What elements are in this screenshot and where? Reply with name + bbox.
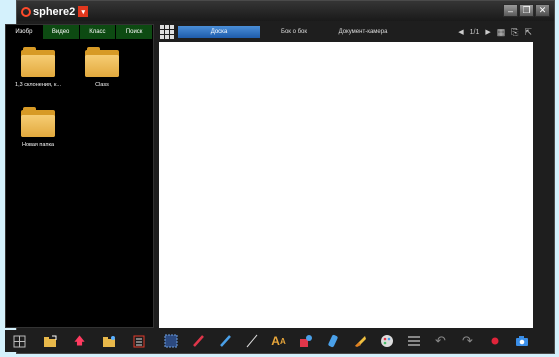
line-icon[interactable] — [245, 334, 259, 348]
folder-item[interactable]: Class — [74, 47, 130, 88]
prev-page-icon[interactable]: ◀ — [458, 28, 463, 36]
grid-menu-icon[interactable] — [160, 25, 174, 39]
red-pen-icon[interactable] — [191, 334, 205, 348]
redo-icon[interactable]: ↷ — [461, 333, 475, 348]
drawing-toolbar: AA ↶ ↷ — [157, 330, 535, 352]
media-tabs: Изобр Видео Класс Поиск — [6, 25, 153, 39]
shapes-icon[interactable] — [299, 334, 313, 348]
camera-icon[interactable] — [515, 334, 529, 348]
folder-item[interactable]: Новая папка — [10, 107, 66, 148]
lines-icon[interactable] — [407, 334, 421, 348]
record-icon[interactable] — [488, 334, 502, 348]
app-menu-dropdown-icon[interactable]: ▾ — [78, 6, 89, 17]
select-icon[interactable] — [164, 334, 178, 348]
external-link-icon[interactable]: ⇱ — [524, 27, 532, 38]
import-icon[interactable] — [43, 334, 57, 348]
title-bar: sphere2 ▾ – ❐ ✕ — [17, 1, 554, 21]
marker-icon[interactable] — [326, 334, 340, 348]
tab-class[interactable]: Класс — [79, 25, 117, 39]
tab-video[interactable]: Видео — [42, 25, 80, 39]
tab-side-by-side[interactable]: Бок о бок — [264, 26, 324, 38]
folder-icon — [85, 47, 119, 77]
app-logo[interactable]: sphere2 ▾ — [21, 5, 89, 18]
next-page-icon[interactable]: ▶ — [485, 28, 490, 36]
upload-icon[interactable]: 🡅 — [72, 334, 86, 348]
tab-board[interactable]: Доска — [178, 26, 260, 38]
folder-icon — [21, 47, 55, 77]
minimize-icon[interactable]: – — [503, 4, 518, 17]
whiteboard-canvas[interactable] — [159, 42, 533, 328]
export-icon[interactable]: ⎘ — [511, 27, 518, 38]
list-icon[interactable] — [132, 334, 146, 348]
new-folder-icon[interactable] — [102, 334, 116, 348]
window-controls: – ❐ ✕ — [502, 4, 550, 17]
tab-images[interactable]: Изобр — [6, 25, 43, 39]
media-toolbar: 🡅 — [5, 330, 154, 352]
page-indicator: 1/1 — [469, 28, 480, 36]
tab-document-camera[interactable]: Документ-камера — [328, 26, 398, 38]
restore-icon[interactable]: ❐ — [519, 4, 534, 17]
eraser-icon[interactable] — [353, 334, 367, 348]
app-title: sphere2 — [33, 5, 76, 18]
logo-icon — [21, 6, 31, 17]
folder-item[interactable]: 1,3 склонения, к... — [10, 47, 66, 88]
blue-pen-icon[interactable] — [218, 334, 232, 348]
folder-name: Class — [95, 82, 109, 88]
folder-name: 1,3 склонения, к... — [15, 82, 61, 88]
layout-icon[interactable] — [13, 334, 27, 348]
pages-grid-icon[interactable]: ▦ — [497, 27, 506, 38]
pager: ◀ 1/1 ▶ ▦ ⎘ ⇱ — [458, 24, 535, 40]
palette-icon[interactable] — [380, 334, 394, 348]
text-icon[interactable]: AA — [271, 334, 285, 348]
undo-icon[interactable]: ↶ — [434, 333, 448, 348]
tab-search[interactable]: Поиск — [116, 25, 153, 39]
media-panel: Изобр Видео Класс Поиск 1,3 склонения, к… — [5, 24, 154, 328]
folder-icon — [21, 107, 55, 137]
close-icon[interactable]: ✕ — [535, 4, 550, 17]
view-bar: Доска Бок о бок Документ-камера ◀ 1/1 ▶ … — [157, 24, 535, 40]
folder-name: Новая папка — [21, 142, 55, 148]
